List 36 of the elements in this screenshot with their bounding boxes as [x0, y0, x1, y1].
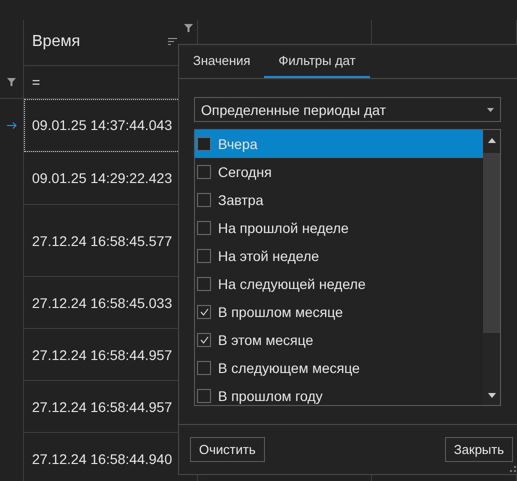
scroll-up-icon[interactable] — [488, 138, 496, 143]
period-dropdown[interactable]: Определенные периоды дат — [194, 97, 501, 122]
period-dropdown-value: Определенные периоды дат — [201, 102, 386, 118]
period-item[interactable]: В прошлом году — [195, 382, 483, 405]
clear-button[interactable]: Очистить — [190, 437, 265, 462]
period-item[interactable]: На следующей неделе — [195, 270, 483, 298]
period-item[interactable]: В прошлом месяце — [195, 298, 483, 326]
checkbox[interactable] — [197, 277, 211, 291]
checkbox[interactable] — [197, 305, 211, 319]
tab[interactable]: Значения — [187, 45, 258, 78]
tab[interactable]: Фильтры дат — [264, 45, 370, 78]
period-item[interactable]: Сегодня — [195, 158, 483, 186]
period-item[interactable]: В этом месяце — [195, 326, 483, 354]
scroll-down-icon[interactable] — [488, 393, 496, 398]
dropdown-caret-icon[interactable] — [487, 108, 494, 112]
column-header[interactable]: Время — [32, 32, 80, 50]
filter-operator[interactable]: = — [32, 74, 40, 90]
period-item[interactable]: На прошлой неделе — [195, 214, 483, 242]
checkbox[interactable] — [197, 221, 211, 235]
checkbox[interactable] — [197, 165, 211, 179]
filter-icon[interactable] — [7, 78, 16, 86]
check-icon — [200, 336, 208, 344]
period-item[interactable]: Завтра — [195, 186, 483, 214]
period-item[interactable]: На этой неделе — [195, 242, 483, 270]
close-button[interactable]: Закрыть — [444, 437, 513, 462]
sort-icon[interactable] — [168, 38, 177, 45]
check-icon — [200, 308, 208, 316]
scrollbar-thumb[interactable] — [483, 153, 500, 333]
period-item[interactable]: В следующем месяце — [195, 354, 483, 382]
checkbox[interactable] — [197, 137, 211, 151]
checkbox[interactable] — [197, 333, 211, 347]
checkbox[interactable] — [197, 193, 211, 207]
checkbox[interactable] — [197, 361, 211, 375]
checkbox[interactable] — [197, 389, 211, 403]
filter-icon[interactable] — [184, 24, 193, 32]
checkbox[interactable] — [197, 249, 211, 263]
